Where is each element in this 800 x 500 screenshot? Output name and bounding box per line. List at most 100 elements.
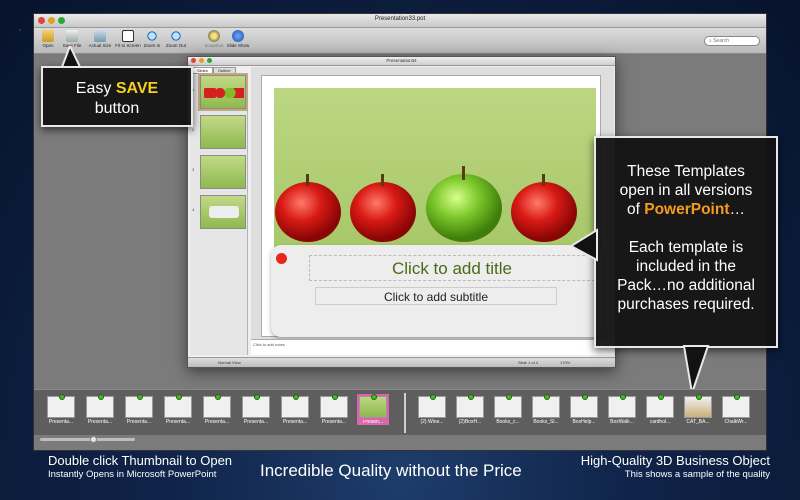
pin-icon (620, 394, 626, 400)
apples-thumb-image (204, 88, 244, 98)
templates-line7: purchases required. (617, 296, 755, 313)
right-caption-line1: High-Quality 3D Business Object (580, 453, 770, 468)
template-thumbnail[interactable]: Presenta... (84, 394, 116, 425)
thumbnail-size-slider[interactable] (40, 438, 135, 441)
left-caption-line1: Double click Thumbnail to Open (48, 453, 233, 468)
folder-icon (42, 30, 54, 42)
pin-icon (59, 394, 65, 400)
zoom-out-icon (170, 30, 182, 42)
pin-icon (582, 394, 588, 400)
business-object-thumbnail[interactable]: BoxHelp... (568, 394, 600, 425)
slider-knob[interactable] (90, 436, 97, 443)
slide-canvas[interactable]: Click to add title Click to add subtitle (261, 75, 603, 337)
templates-callout-pointer-left (570, 228, 598, 262)
templates-callout: These Templates open in all versions of … (594, 136, 778, 348)
search-placeholder: Search (713, 38, 730, 44)
save-callout-post: button (94, 100, 140, 117)
title-placeholder[interactable]: Click to add title (309, 255, 595, 281)
save-callout-pre: Easy (75, 80, 116, 97)
pin-icon (658, 394, 664, 400)
template-thumbnail-selected[interactable]: Presen... (357, 394, 389, 425)
title-box: Click to add title Click to add subtitle (271, 245, 603, 337)
templates-line1: These Templates (627, 163, 745, 180)
status-zoom: 170% (560, 360, 571, 365)
templates-line3-highlight: PowerPoint (644, 201, 730, 218)
document-status-bar: Normal View Slide 1 of 4 170% (188, 357, 615, 367)
right-caption-line2: This shows a sample of the quality (624, 469, 770, 480)
status-slide: Slide 1 of 4 (518, 360, 539, 365)
business-object-thumbnail[interactable]: Books_c... (492, 394, 524, 425)
zoom-out-button[interactable]: Zoom Out (162, 30, 190, 48)
business-object-thumbnail[interactable]: BoxWalk... (606, 394, 638, 425)
notes-pane[interactable]: Click to add notes (251, 339, 614, 355)
search-icon: ⌕ (709, 38, 712, 44)
pin-icon (506, 394, 512, 400)
slide-thumbnail[interactable] (198, 73, 248, 111)
templates-line3-pre: of (627, 201, 645, 218)
center-caption: Incredible Quality without the Price (260, 461, 522, 480)
slide-canvas-area: Click to add title Click to add subtitle (251, 67, 614, 355)
pin-icon (137, 394, 143, 400)
left-caption-line2: Instantly Opens in Microsoft PowerPoint (48, 469, 217, 480)
template-thumbnail[interactable]: Presenta... (201, 394, 233, 425)
document-titlebar: Presentation34 (188, 57, 615, 66)
template-thumbnail[interactable]: Presenta... (123, 394, 155, 425)
pin-icon (734, 394, 740, 400)
play-icon (232, 30, 244, 42)
document-title: Presentation34 (386, 58, 417, 63)
tab-slides[interactable]: Slides (192, 67, 213, 74)
thumb-textbox (209, 206, 239, 218)
right-caption: High-Quality 3D Business Object This sho… (581, 453, 770, 480)
templates-callout-pointer-down (682, 345, 710, 394)
template-thumbnail[interactable]: Presenta... (318, 394, 350, 425)
zoom-in-icon (146, 30, 158, 42)
business-object-thumbnail[interactable]: CAT_BA... (682, 394, 714, 425)
slide-show-button[interactable]: Slide Show (224, 30, 252, 48)
save-callout-pointer (60, 46, 82, 68)
main-titlebar: Presentation33.pot (34, 14, 766, 28)
slide-thumbnail[interactable] (200, 155, 246, 189)
slide-thumbnail-panel: 1 2 3 4 (190, 73, 248, 355)
slide-outline-tabs: Slides Outline (192, 67, 236, 74)
pin-icon (98, 394, 104, 400)
business-object-thumbnail[interactable]: (2)BoxH... (454, 394, 486, 425)
business-object-thumbnail[interactable]: cardhol... (644, 394, 676, 425)
slide-thumbnail[interactable] (200, 195, 246, 229)
business-object-thumbnail[interactable]: (2) Wine... (416, 394, 448, 425)
save-callout-highlight: SAVE (115, 80, 159, 97)
pin-icon (371, 394, 377, 400)
fit-screen-icon (122, 30, 134, 42)
template-thumbnail[interactable]: Presenta... (162, 394, 194, 425)
pin-icon (696, 394, 702, 400)
template-thumbnail[interactable]: Presenta... (45, 394, 77, 425)
search-input[interactable]: ⌕ Search (704, 36, 760, 46)
pin-icon (293, 394, 299, 400)
red-apple (511, 174, 577, 242)
pin-icon (468, 394, 474, 400)
templates-line4: Each template is (628, 239, 744, 256)
subtitle-placeholder[interactable]: Click to add subtitle (315, 287, 557, 305)
template-thumbnail[interactable]: Presenta... (240, 394, 272, 425)
business-object-thumbnail[interactable]: Books_Sl... (530, 394, 562, 425)
thumb-number: 2 (192, 127, 195, 132)
red-dot-icon (276, 253, 287, 264)
status-view: Normal View (218, 360, 241, 365)
snapshot-icon (208, 30, 220, 42)
business-object-thumbnail[interactable]: ChalkWr... (720, 394, 752, 425)
templates-line2: open in all versions (619, 182, 753, 199)
red-apple (350, 174, 416, 242)
slide-thumbnail[interactable] (200, 115, 246, 149)
document-window: Presentation34 Slides Outline 1 2 3 4 Cl… (187, 56, 616, 368)
red-apple (275, 174, 341, 242)
actual-size-button[interactable]: Actual Size (86, 30, 114, 48)
templates-line6: Pack…no additional (617, 277, 755, 294)
template-thumbnail[interactable]: Presenta... (279, 394, 311, 425)
templates-line5: included in the (636, 258, 736, 275)
strip-divider (404, 393, 406, 433)
tab-outline[interactable]: Outline (212, 67, 236, 74)
save-icon (66, 30, 78, 42)
left-caption: Double click Thumbnail to Open Instantly… (48, 453, 232, 480)
thumb-number: 3 (192, 167, 195, 172)
main-toolbar: Open Save File Actual Size Fit to Screen… (34, 28, 766, 54)
pin-icon (254, 394, 260, 400)
